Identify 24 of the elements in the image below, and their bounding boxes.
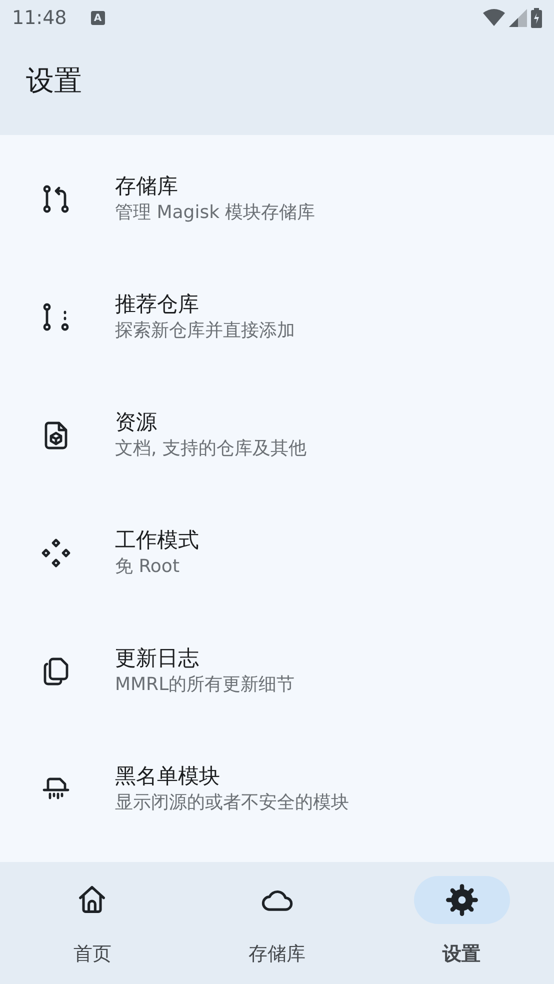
signal-icon [509, 9, 527, 27]
page-title: 设置 [25, 63, 82, 99]
setting-description: 文档, 支持的仓库及其他 [115, 437, 306, 462]
setting-description: 探索新仓库并直接添加 [115, 319, 295, 344]
battery-icon [531, 8, 542, 28]
setting-title[interactable]: 更新日志 [115, 644, 295, 672]
setting-title[interactable]: 工作模式 [115, 526, 199, 554]
diamonds-icon [40, 537, 72, 569]
nav-label[interactable]: 存储库 [248, 940, 306, 968]
setting-title[interactable]: 黑名单模块 [115, 762, 349, 790]
clock-time: 11:48 [12, 6, 67, 31]
notification-icon: A [90, 11, 105, 25]
setting-title[interactable]: 推荐仓库 [115, 290, 295, 318]
setting-title[interactable]: 资源 [115, 408, 306, 436]
setting-title[interactable]: 存储库 [115, 172, 316, 200]
settings-icon [444, 883, 479, 917]
wifi-icon [483, 9, 505, 27]
nav-label[interactable]: 首页 [73, 940, 112, 968]
setting-description: 免 Root [115, 555, 181, 580]
setting-description: 显示闭源的或者不安全的模块 [115, 791, 349, 816]
nav-label[interactable]: 设置 [442, 940, 481, 968]
nav-tab[interactable] [414, 876, 510, 924]
setting-description: 管理 Magisk 模块存储库 [115, 201, 316, 226]
setting-description: MMRL的所有更新细节 [115, 673, 295, 698]
